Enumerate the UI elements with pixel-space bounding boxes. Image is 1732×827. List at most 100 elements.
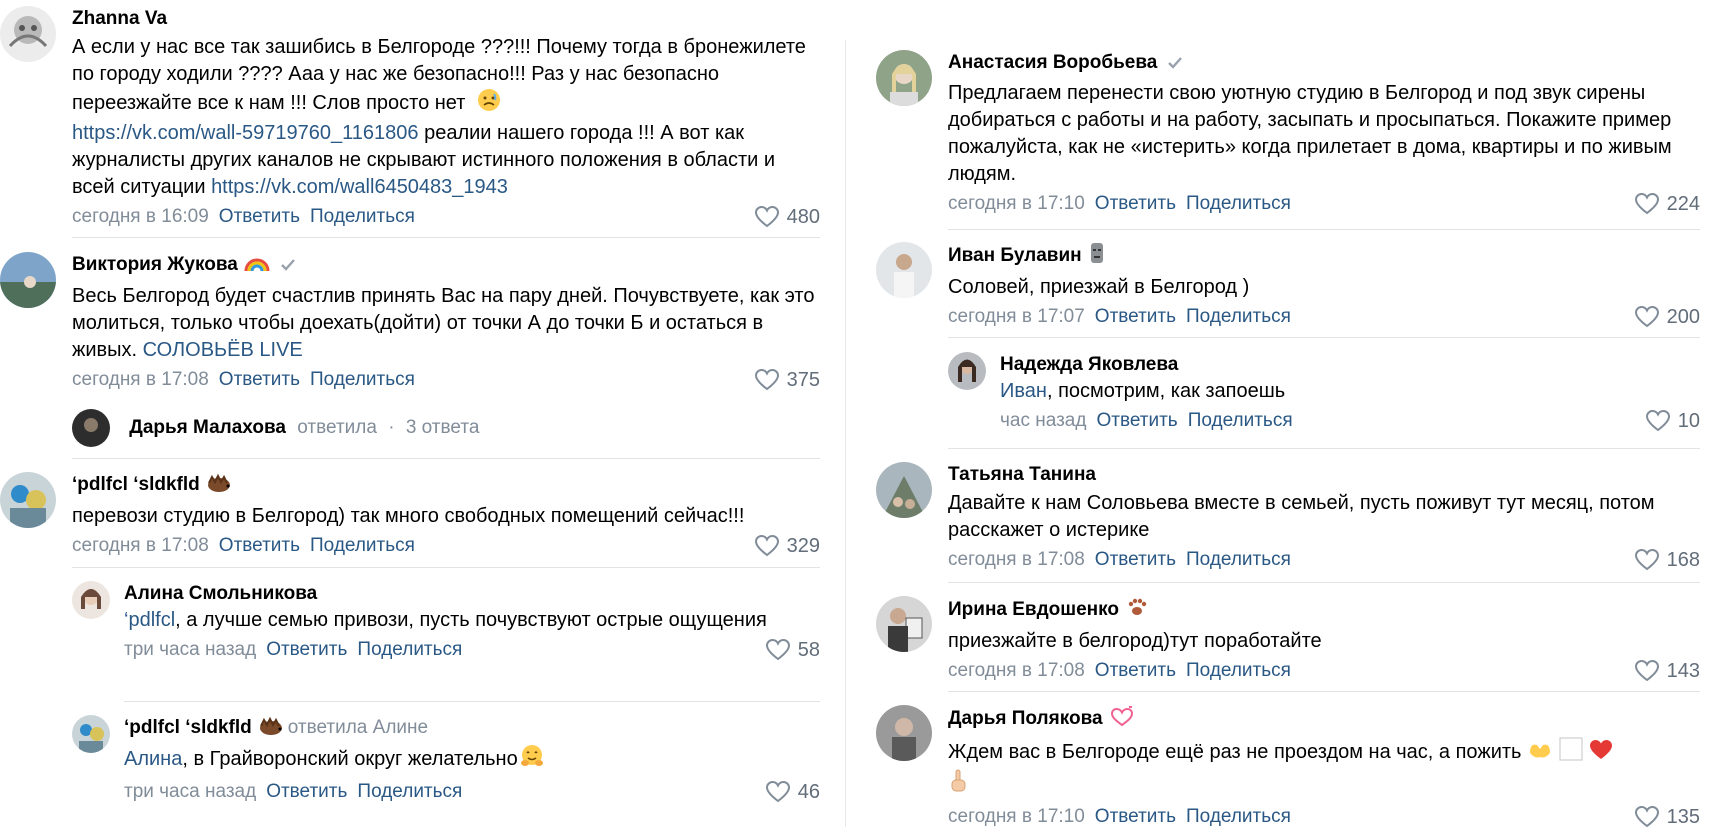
author-name[interactable]: Алина Смольникова (124, 583, 317, 604)
share-button[interactable]: Поделиться (1186, 660, 1291, 681)
divider (72, 237, 820, 238)
replies-thread-summary[interactable]: Дарья Малахова ответила · 3 ответа (72, 409, 479, 447)
like-button[interactable]: 46 (765, 778, 820, 806)
reply-button[interactable]: Ответить (266, 781, 347, 802)
timestamp[interactable]: сегодня в 16:09 (72, 206, 209, 227)
timestamp[interactable]: три часа назад (124, 639, 256, 660)
divider (72, 567, 820, 568)
author-name[interactable]: Надежда Яковлева (1000, 354, 1178, 375)
share-button[interactable]: Поделиться (310, 369, 415, 390)
avatar[interactable] (0, 6, 56, 62)
avatar[interactable] (876, 596, 932, 652)
thread-replied-label: ответила (297, 417, 377, 439)
reply-button[interactable]: Ответить (219, 535, 300, 556)
share-button[interactable]: Поделиться (357, 781, 462, 802)
avatar[interactable] (876, 462, 932, 518)
community-link[interactable]: СОЛОВЬЁВ LIVE (143, 339, 303, 361)
mention-link[interactable]: ‘pdlfcl (124, 609, 175, 631)
comment-body: Ирина Евдошенко приезжайте в белгород)ту… (948, 596, 1700, 685)
like-button[interactable]: 329 (754, 532, 820, 560)
author-name[interactable]: Анастасия Воробьева (948, 52, 1157, 73)
like-button[interactable]: 224 (1634, 190, 1700, 218)
share-button[interactable]: Поделиться (1186, 193, 1291, 214)
comment: Дарья Полякова Ждем вас в Белгороде ещё … (876, 705, 1700, 827)
comment: Анастасия Воробьева Предлагаем перенести… (876, 50, 1700, 225)
author-name[interactable]: Иван Булавин (948, 245, 1082, 266)
author-name[interactable]: ‘pdlfcl ‘sldkfld (72, 474, 200, 495)
avatar[interactable] (72, 715, 110, 753)
avatar[interactable] (948, 352, 986, 390)
like-count: 200 (1666, 306, 1700, 328)
avatar[interactable] (0, 472, 56, 528)
reply-button[interactable]: Ответить (1095, 193, 1176, 214)
like-button[interactable]: 10 (1645, 407, 1700, 435)
comment-footer: сегодня в 17:10 Ответить Поделиться 224 (948, 190, 1700, 218)
like-button[interactable]: 200 (1634, 303, 1700, 331)
reply-button[interactable]: Ответить (266, 639, 347, 660)
post-link[interactable]: https://vk.com/wall6450483_1943 (211, 176, 508, 198)
verified-icon (1167, 52, 1183, 78)
author-name[interactable]: ‘pdlfcl ‘sldkfld (124, 717, 252, 738)
like-count: 58 (797, 639, 820, 661)
timestamp[interactable]: сегодня в 17:08 (948, 660, 1085, 681)
heart-icon (754, 206, 779, 228)
avatar[interactable] (876, 242, 932, 298)
comment: Zhanna Va А если у нас все так зашибись … (0, 6, 820, 231)
reply-comment: Надежда Яковлева Иван, посмотрим, как за… (948, 352, 1700, 437)
avatar[interactable] (876, 705, 932, 761)
timestamp[interactable]: сегодня в 17:08 (948, 549, 1085, 570)
timestamp[interactable]: час назад (1000, 410, 1086, 431)
share-button[interactable]: Поделиться (1186, 306, 1291, 327)
author-name[interactable]: Дарья Полякова (948, 708, 1103, 729)
like-button[interactable]: 135 (1634, 803, 1700, 827)
reply-button[interactable]: Ответить (219, 206, 300, 227)
share-button[interactable]: Поделиться (1186, 549, 1291, 570)
reply-button[interactable]: Ответить (1095, 806, 1176, 827)
author-name[interactable]: Татьяна Танина (948, 464, 1096, 485)
timestamp[interactable]: сегодня в 17:10 (948, 193, 1085, 214)
column-divider (845, 40, 846, 827)
share-button[interactable]: Поделиться (1188, 410, 1293, 431)
avatar[interactable] (0, 252, 56, 308)
share-button[interactable]: Поделиться (357, 639, 462, 660)
like-count: 168 (1666, 549, 1700, 571)
comment-text: Алина, в Грайворонский округ желательно (124, 744, 820, 776)
reply-button[interactable]: Ответить (1095, 306, 1176, 327)
like-button[interactable]: 143 (1634, 657, 1700, 685)
author-name[interactable]: Zhanna Va (72, 8, 167, 29)
timestamp[interactable]: сегодня в 17:08 (72, 369, 209, 390)
like-count: 135 (1666, 806, 1700, 827)
reply-button[interactable]: Ответить (219, 369, 300, 390)
timestamp[interactable]: сегодня в 17:07 (948, 306, 1085, 327)
author-name[interactable]: Ирина Евдошенко (948, 599, 1119, 620)
like-button[interactable]: 168 (1634, 546, 1700, 574)
author-name[interactable]: Виктория Жукова (72, 254, 238, 275)
avatar[interactable] (72, 581, 110, 619)
reply-button[interactable]: Ответить (1095, 549, 1176, 570)
avatar[interactable] (876, 50, 932, 106)
timestamp[interactable]: сегодня в 17:08 (72, 535, 209, 556)
heart-icon (765, 639, 790, 661)
like-button[interactable]: 375 (754, 366, 820, 394)
replied-to-label[interactable]: ответила Алине (288, 717, 428, 738)
reply-button[interactable]: Ответить (1096, 410, 1177, 431)
share-button[interactable]: Поделиться (1186, 806, 1291, 827)
like-button[interactable]: 480 (754, 203, 820, 231)
comment-body: Татьяна Танина Давайте к нам Соловьева в… (948, 462, 1700, 574)
share-button[interactable]: Поделиться (310, 206, 415, 227)
divider (948, 582, 1700, 583)
share-button[interactable]: Поделиться (310, 535, 415, 556)
mention-link[interactable]: Алина (124, 748, 182, 770)
reply-button[interactable]: Ответить (1095, 660, 1176, 681)
heart-icon (1634, 806, 1659, 827)
timestamp[interactable]: три часа назад (124, 781, 256, 802)
mention-link[interactable]: Иван (1000, 380, 1047, 402)
like-button[interactable]: 58 (765, 636, 820, 664)
rainbow-emoji-icon (244, 253, 270, 281)
comment-body: Иван Булавин Соловей, приезжай в Белгоро… (948, 242, 1700, 331)
verified-icon (280, 254, 296, 280)
comment: Иван Булавин Соловей, приезжай в Белгоро… (876, 242, 1700, 328)
timestamp[interactable]: сегодня в 17:10 (948, 806, 1085, 827)
blank-square-icon (1559, 737, 1583, 769)
post-link[interactable]: https://vk.com/wall-59719760_1161806 (72, 122, 419, 144)
